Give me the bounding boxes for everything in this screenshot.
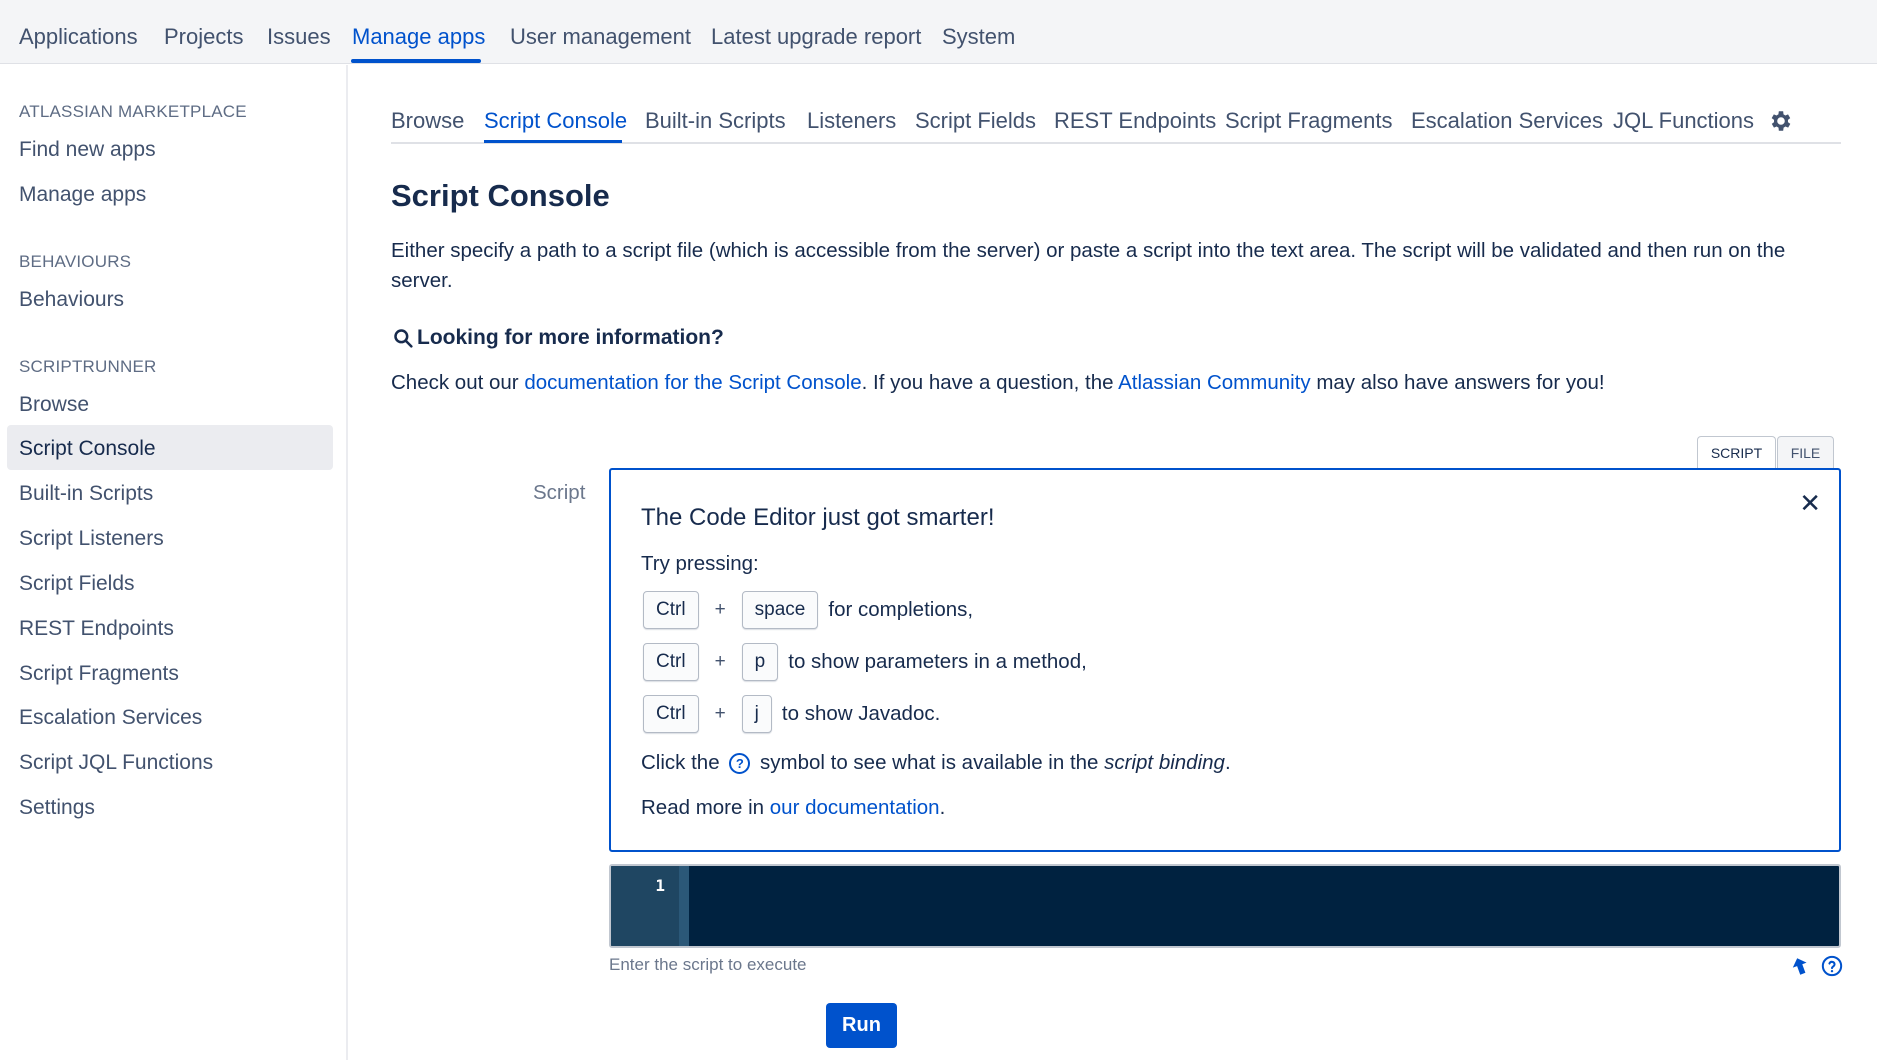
info-suffix: may also have answers for you! [1310, 371, 1605, 394]
code-editor-tips-panel: ✕ The Code Editor just got smarter! Try … [609, 468, 1841, 852]
shortcut-parameters: Ctrl + p to show parameters in a method, [643, 643, 1087, 681]
topnav-applications[interactable]: Applications [19, 24, 138, 50]
read-prefix: Read more in [641, 796, 770, 819]
kbd-ctrl: Ctrl [643, 643, 699, 681]
shortcut-completions: Ctrl + space for completions, [643, 591, 973, 629]
editor-hint: Enter the script to execute [609, 955, 807, 974]
tab-active-indicator [484, 140, 622, 143]
sidebar: ATLASSIAN MARKETPLACE Find new apps Mana… [0, 65, 348, 1060]
upload-arrow-icon[interactable] [1789, 955, 1811, 977]
kbd-plus: + [714, 599, 726, 620]
script-console-docs-link[interactable]: documentation for the Script Console [524, 371, 861, 394]
info-text: Check out our documentation for the Scri… [391, 371, 1605, 395]
topnav-latest-upgrade-report[interactable]: Latest upgrade report [711, 24, 921, 50]
topnav-active-indicator [351, 59, 481, 63]
sidebar-item-behaviours[interactable]: Behaviours [19, 288, 124, 312]
page-description: Either specify a path to a script file (… [391, 239, 1786, 292]
tab-jql-functions[interactable]: JQL Functions [1613, 108, 1754, 134]
topnav-projects[interactable]: Projects [164, 24, 243, 50]
line-number: 1 [655, 876, 665, 895]
top-nav: Applications Projects Issues Manage apps… [0, 0, 1877, 64]
shortcut-desc: for completions, [828, 598, 974, 621]
sidebar-item-script-fields[interactable]: Script Fields [19, 572, 135, 596]
read-suffix: . [939, 796, 946, 819]
topnav-issues[interactable]: Issues [267, 24, 331, 50]
sidebar-item-script-jql-functions[interactable]: Script JQL Functions [19, 751, 213, 775]
sidebar-item-built-in-scripts[interactable]: Built-in Scripts [19, 482, 153, 506]
topnav-system[interactable]: System [942, 24, 1015, 50]
file-toggle-button[interactable]: FILE [1777, 436, 1834, 468]
tab-script-console[interactable]: Script Console [484, 108, 627, 134]
shortcut-javadoc: Ctrl + j to show Javadoc. [643, 695, 940, 733]
tab-escalation-services[interactable]: Escalation Services [1411, 108, 1603, 134]
tab-built-in-scripts[interactable]: Built-in Scripts [645, 108, 786, 134]
kbd-ctrl: Ctrl [643, 591, 699, 629]
info-heading: Looking for more information? [393, 326, 724, 350]
editor-gutter: 1 [611, 866, 679, 946]
scriptrunner-tabs: Browse Script Console Built-in Scripts L… [391, 100, 1841, 144]
script-field-label: Script [533, 481, 586, 504]
tab-browse[interactable]: Browse [391, 108, 464, 134]
close-icon[interactable]: ✕ [1799, 490, 1821, 516]
sidebar-item-script-console[interactable]: Script Console [19, 437, 156, 461]
editor-cursor-line [679, 866, 689, 946]
sidebar-item-script-fragments[interactable]: Script Fragments [19, 662, 179, 686]
sidebar-item-settings[interactable]: Settings [19, 796, 95, 820]
tab-script-fragments[interactable]: Script Fragments [1225, 108, 1393, 134]
help-icon[interactable] [1821, 955, 1843, 977]
binding-middle: symbol to see what is available in the [754, 751, 1105, 774]
sidebar-item-find-new-apps[interactable]: Find new apps [19, 138, 156, 162]
tips-read-more: Read more in our documentation. [641, 796, 945, 820]
kbd-space: space [741, 591, 819, 629]
sidebar-heading-marketplace: ATLASSIAN MARKETPLACE [19, 102, 247, 121]
kbd-plus: + [714, 703, 726, 724]
script-toggle-button[interactable]: SCRIPT [1697, 436, 1776, 468]
kbd-plus: + [714, 651, 726, 672]
info-prefix: Check out our [391, 371, 525, 394]
kbd-ctrl: Ctrl [643, 695, 699, 733]
tab-script-fields[interactable]: Script Fields [915, 108, 1036, 134]
topnav-user-management[interactable]: User management [510, 24, 691, 50]
tips-title: The Code Editor just got smarter! [641, 504, 995, 531]
page-title: Script Console [391, 178, 610, 213]
shortcut-desc: to show Javadoc. [781, 702, 941, 725]
our-documentation-link[interactable]: our documentation [770, 796, 940, 819]
run-button[interactable]: Run [826, 1003, 897, 1048]
tab-listeners[interactable]: Listeners [807, 108, 896, 134]
atlassian-community-link[interactable]: Atlassian Community [1118, 371, 1311, 394]
binding-emphasis: script binding [1104, 751, 1225, 774]
sidebar-item-rest-endpoints[interactable]: REST Endpoints [19, 617, 174, 641]
tips-try-pressing: Try pressing: [641, 552, 759, 575]
tab-rest-endpoints[interactable]: REST Endpoints [1054, 108, 1216, 134]
sidebar-heading-scriptrunner: SCRIPTRUNNER [19, 357, 157, 376]
sidebar-item-escalation-services[interactable]: Escalation Services [19, 706, 202, 730]
kbd-p: p [741, 643, 779, 681]
search-icon [394, 329, 413, 348]
info-middle: . If you have a question, the [861, 371, 1119, 394]
sidebar-item-manage-apps[interactable]: Manage apps [19, 183, 146, 207]
shortcut-desc: to show parameters in a method, [788, 650, 1087, 673]
script-code-editor[interactable]: 1 [609, 864, 1841, 948]
sidebar-item-script-listeners[interactable]: Script Listeners [19, 527, 164, 551]
tips-binding-text: Click the ? symbol to see what is availa… [641, 751, 1231, 775]
sidebar-item-browse[interactable]: Browse [19, 393, 89, 417]
sidebar-heading-behaviours: BEHAVIOURS [19, 252, 132, 271]
info-heading-text: Looking for more information? [417, 326, 724, 349]
kbd-j: j [741, 695, 772, 733]
help-circle-icon: ? [729, 753, 751, 775]
editor-icons [1789, 955, 1843, 977]
binding-suffix: . [1224, 751, 1231, 774]
binding-prefix: Click the [641, 751, 726, 774]
topnav-manage-apps[interactable]: Manage apps [352, 24, 485, 50]
gear-icon[interactable] [1768, 108, 1794, 134]
